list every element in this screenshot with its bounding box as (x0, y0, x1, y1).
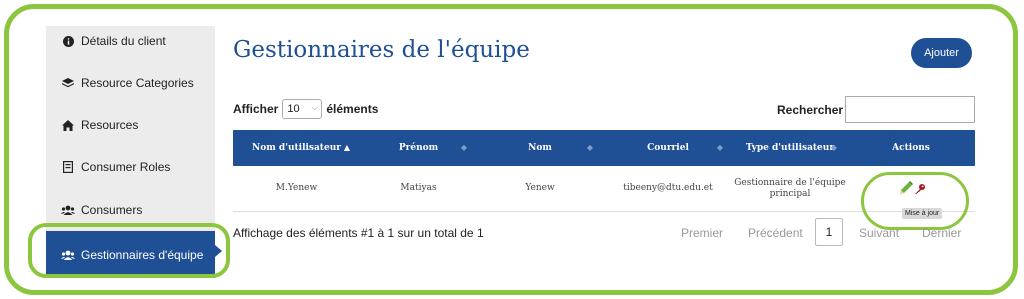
sidebar-item-label: Consumers (81, 203, 143, 217)
row-actions (898, 180, 926, 201)
sort-icon: ◆ (460, 142, 467, 152)
info-circle-icon (61, 35, 75, 47)
sort-asc-icon: ▲ (343, 142, 350, 152)
cell-user-type: Gestionnaire de l'équipe principal (734, 177, 846, 199)
layers-icon (61, 77, 75, 89)
column-header-last-name[interactable]: Nom ◆ (477, 130, 603, 166)
pagination-last[interactable]: Dernier (922, 226, 961, 240)
id-card-icon (61, 161, 75, 173)
update-tooltip: Mise à jour (902, 208, 943, 219)
sidebar-item-label: Resource Categories (81, 76, 194, 90)
column-label: Nom d'utilisateur (252, 143, 341, 153)
cell-last-name: Yenew (525, 183, 555, 193)
pagination-previous[interactable]: Précédent (748, 226, 803, 240)
column-label: Courriel (647, 143, 689, 153)
pagination-page-1[interactable]: 1 (815, 218, 843, 246)
page-length-value: 10 (287, 103, 300, 115)
show-prefix-label: Afficher (233, 102, 279, 116)
sidebar-item-resource-categories[interactable]: Resource Categories (46, 68, 215, 98)
cell-username: M.Yenew (275, 183, 318, 193)
pagination-first[interactable]: Premier (681, 226, 723, 240)
pencil-icon[interactable] (898, 180, 914, 201)
sort-icon: ◆ (586, 142, 593, 152)
column-header-email[interactable]: Courriel ◆ (603, 130, 733, 166)
search-label: Rechercher : (777, 103, 851, 117)
cell-email: tibeeny@dtu.edu.et (623, 183, 713, 193)
page-length-select[interactable]: 10 ⌵ (282, 99, 323, 119)
sidebar-item-client-details[interactable]: Détails du client (46, 26, 215, 56)
column-header-user-type[interactable]: Type d'utilisateur ◆ (733, 130, 847, 166)
column-label: Actions (892, 143, 930, 153)
cell-first-name: Matiyas (400, 183, 437, 193)
chevron-down-icon: ⌵ (312, 105, 318, 112)
column-header-first-name[interactable]: Prénom ◆ (360, 130, 477, 166)
active-highlight-ring (28, 223, 230, 278)
key-icon[interactable] (914, 182, 926, 200)
search-input[interactable] (845, 96, 975, 123)
sort-icon: ◆ (830, 142, 837, 152)
sidebar-item-label: Consumer Roles (81, 160, 171, 174)
column-label: Type d'utilisateur (745, 143, 835, 153)
sidebar-item-consumer-roles[interactable]: Consumer Roles (46, 152, 215, 182)
column-header-actions: Actions (847, 130, 975, 166)
sidebar-item-consumers[interactable]: Consumers (46, 195, 215, 225)
page-title: Gestionnaires de l'équipe (233, 37, 530, 63)
column-label: Prénom (398, 143, 439, 153)
table-info: Affichage des éléments #1 à 1 sur un tot… (233, 226, 484, 240)
show-suffix-label: éléments (326, 102, 379, 116)
sidebar-item-label: Détails du client (81, 34, 166, 48)
add-button[interactable]: Ajouter (911, 38, 972, 68)
sort-icon: ◆ (716, 142, 723, 152)
column-header-username[interactable]: Nom d'utilisateur ▲ (233, 130, 360, 166)
pagination-next[interactable]: Suivant (859, 226, 899, 240)
users-icon (61, 205, 75, 215)
sidebar-item-label: Resources (81, 118, 139, 132)
sidebar-item-resources[interactable]: Resources (46, 110, 215, 140)
table-header: Nom d'utilisateur ▲ Prénom ◆ Nom ◆ Courr… (233, 130, 975, 166)
page-length-control: Afficher 10 ⌵ éléments (233, 99, 378, 119)
home-icon (61, 119, 75, 131)
column-label: Nom (528, 143, 552, 153)
